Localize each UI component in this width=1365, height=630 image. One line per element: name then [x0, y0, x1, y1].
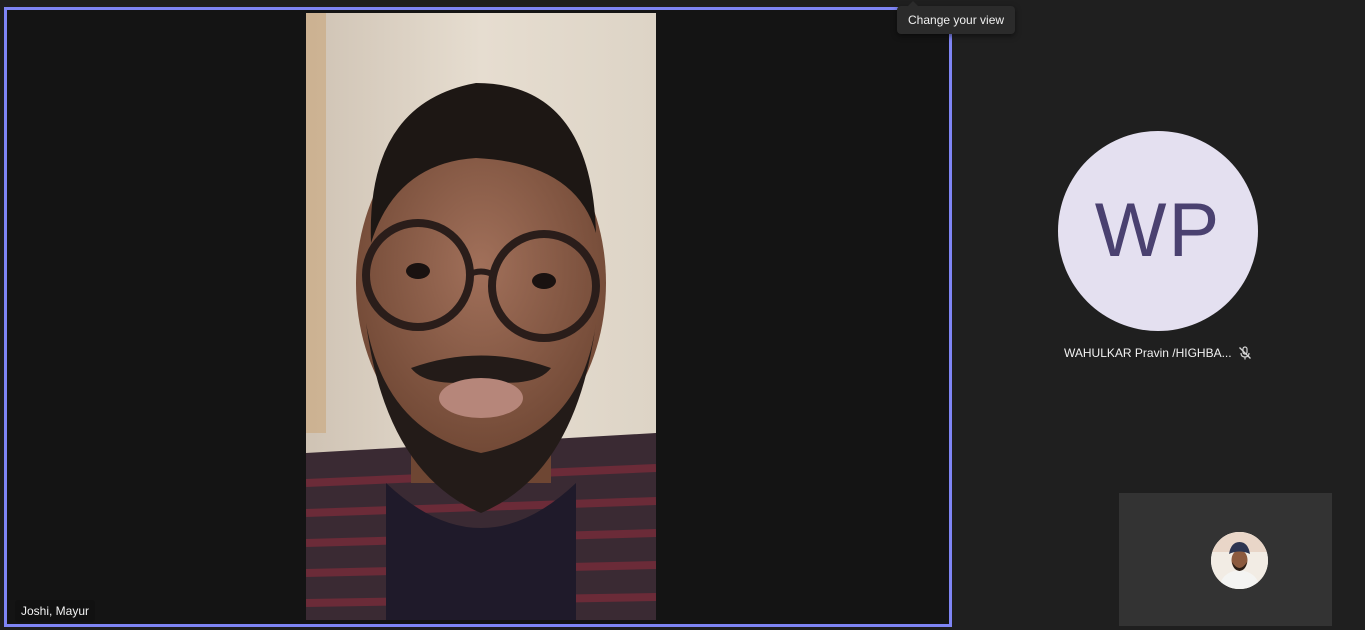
user-photo-avatar-icon: [1211, 532, 1268, 589]
main-speaker-tile[interactable]: Joshi, Mayur: [4, 7, 952, 627]
speaker-name-label: Joshi, Mayur: [15, 600, 96, 622]
speaker-video-frame: [306, 13, 656, 620]
mic-off-icon: [1239, 346, 1251, 360]
tooltip-text: Change your view: [908, 13, 1005, 27]
change-view-tooltip: Change your view: [897, 1, 1016, 34]
self-view-tile[interactable]: [1119, 493, 1332, 626]
speaker-video: [306, 13, 656, 620]
tooltip-arrow: [907, 1, 919, 7]
meeting-stage: Joshi, Mayur Change your view WP WAHULKA…: [0, 0, 1365, 630]
participant-name: WAHULKAR Pravin /HIGHBA...: [1064, 346, 1232, 360]
participant-avatar[interactable]: WP: [1058, 131, 1258, 331]
self-avatar: [1211, 532, 1268, 589]
